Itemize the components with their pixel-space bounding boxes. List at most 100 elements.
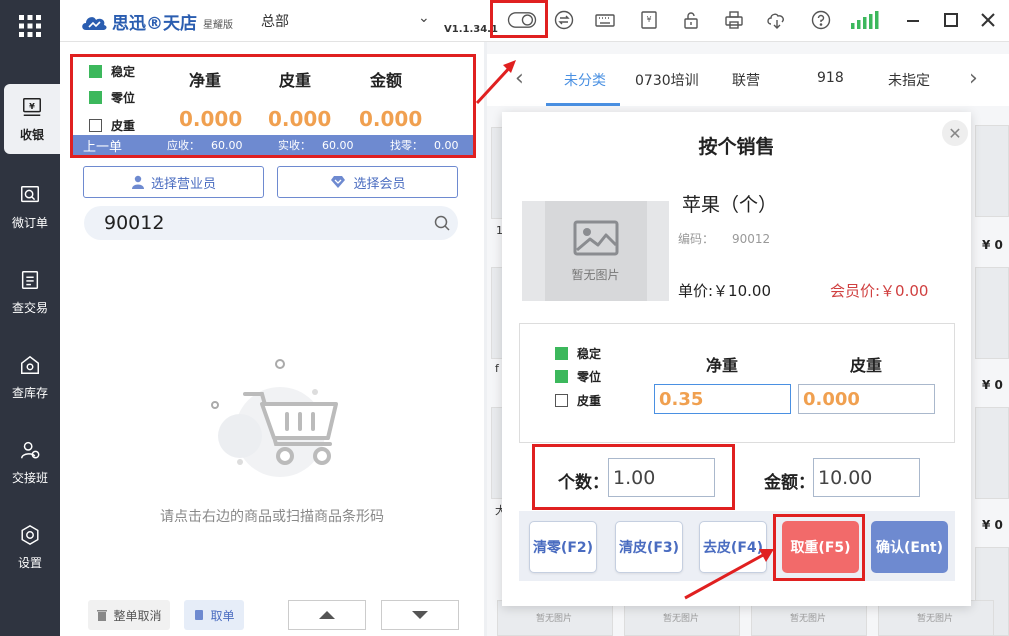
help-button[interactable] bbox=[810, 9, 832, 31]
scale-display: 稳定 零位 皮重 净重 皮重 金额 0.000 0.000 0.000 上一单 … bbox=[70, 54, 476, 158]
stable-label: 稳定 bbox=[111, 65, 136, 79]
tab-unassigned[interactable]: 未指定 bbox=[888, 70, 930, 90]
nav-item-shift[interactable]: 交接班 bbox=[0, 427, 60, 497]
select-clerk-label: 选择营业员 bbox=[150, 176, 216, 192]
weight-panel: 稳定 零位 皮重 净重 皮重 0.35 0.000 bbox=[519, 323, 955, 443]
cart-panel: 稳定 零位 皮重 净重 皮重 金额 0.000 0.000 0.000 上一单 … bbox=[60, 42, 484, 636]
no-image-label: 暂无图片 bbox=[571, 267, 620, 282]
diamond-icon bbox=[331, 176, 346, 188]
highlight-box-quantity bbox=[532, 444, 735, 510]
order-icon bbox=[21, 185, 39, 202]
tab-joint-operation[interactable]: 联营 bbox=[732, 70, 760, 90]
status-square bbox=[89, 65, 102, 78]
status-square bbox=[555, 347, 568, 360]
category-tabs: ‹ 未分类 0730培训 联营 918 未指定 › bbox=[487, 54, 1009, 106]
zero-label: 零位 bbox=[577, 370, 602, 384]
received-value: 60.00 bbox=[322, 138, 354, 152]
retrieve-order-button[interactable]: 取单 bbox=[184, 600, 244, 630]
minimize-button[interactable] bbox=[902, 9, 924, 31]
tare-weight-input[interactable]: 0.000 bbox=[798, 384, 935, 414]
inventory-icon bbox=[21, 355, 39, 374]
cash-drawer-button[interactable]: ¥ bbox=[638, 9, 660, 31]
scroll-up-button[interactable] bbox=[288, 600, 366, 630]
print-button[interactable] bbox=[723, 9, 745, 31]
image-placeholder: 暂无图片 bbox=[544, 201, 647, 301]
receivable-value: 60.00 bbox=[211, 138, 243, 152]
select-member-label: 选择会员 bbox=[353, 176, 406, 192]
nav-item-micro-order[interactable]: 微订单 bbox=[0, 172, 60, 242]
switch-button[interactable] bbox=[553, 9, 575, 31]
received-label: 实收： bbox=[278, 139, 311, 152]
tare-indicator: 皮重 bbox=[555, 392, 601, 409]
image-icon bbox=[573, 220, 618, 255]
settings-icon bbox=[21, 524, 39, 545]
printer-icon bbox=[725, 11, 743, 29]
annotation-arrow bbox=[475, 60, 516, 105]
clear-zero-button[interactable]: 清零(F2) bbox=[529, 521, 597, 573]
tab-918[interactable]: 918 bbox=[817, 70, 844, 86]
net-weight-input[interactable]: 0.35 bbox=[654, 384, 791, 414]
brand-edition: 星耀版 bbox=[203, 20, 233, 31]
close-window-button[interactable] bbox=[977, 9, 999, 31]
amount-header: 金额 bbox=[370, 71, 403, 90]
product-tile[interactable] bbox=[975, 125, 1009, 217]
chevron-right-icon[interactable]: › bbox=[969, 66, 978, 91]
product-image-placeholder: 暂无图片 bbox=[522, 201, 669, 301]
select-clerk-button[interactable]: 选择营业员 bbox=[83, 166, 264, 198]
member-price: 会员价:￥0.00 bbox=[830, 282, 929, 300]
active-tab-indicator bbox=[546, 103, 620, 106]
search-icon[interactable] bbox=[434, 215, 450, 231]
code-label: 编码： bbox=[678, 232, 715, 246]
status-square bbox=[555, 394, 568, 407]
no-image-label: 暂无图片 bbox=[917, 614, 954, 624]
unit-price: 单价:￥10.00 bbox=[678, 282, 771, 300]
zero-indicator: 零位 bbox=[89, 89, 135, 106]
nav-item-cashier[interactable]: ¥ 收银 bbox=[4, 84, 60, 154]
nav-item-inventory[interactable]: 查库存 bbox=[0, 342, 60, 412]
nav-item-transactions[interactable]: 查交易 bbox=[0, 257, 60, 327]
product-tile[interactable] bbox=[975, 407, 1009, 499]
select-member-button[interactable]: 选择会员 bbox=[277, 166, 458, 198]
trash-icon bbox=[97, 610, 108, 621]
cashier-icon: ¥ bbox=[23, 97, 41, 116]
tab-uncategorized[interactable]: 未分类 bbox=[564, 70, 606, 90]
store-selector[interactable]: 总部 bbox=[261, 11, 289, 31]
nav-label: 查交易 bbox=[11, 300, 48, 315]
nav-item-settings[interactable]: 设置 bbox=[0, 512, 60, 582]
brand-logo: 思迅®天店 星耀版 bbox=[80, 9, 233, 34]
cancel-order-button[interactable]: 整单取消 bbox=[88, 600, 170, 630]
zero-label: 零位 bbox=[111, 91, 136, 105]
keyboard-button[interactable] bbox=[594, 9, 616, 31]
scroll-down-button[interactable] bbox=[381, 600, 459, 630]
annotation-arrow bbox=[684, 549, 774, 600]
product-tile[interactable] bbox=[975, 267, 1009, 359]
maximize-button[interactable] bbox=[940, 9, 962, 31]
barcode-search-input[interactable]: 90012 bbox=[84, 206, 458, 240]
transaction-icon bbox=[21, 270, 39, 289]
product-price: ¥ 0 bbox=[982, 518, 1003, 532]
nav-label: 交接班 bbox=[11, 470, 48, 485]
triangle-up-icon bbox=[319, 611, 335, 619]
confirm-button[interactable]: 确认(Ent) bbox=[871, 521, 948, 573]
tab-training[interactable]: 0730培训 bbox=[635, 70, 699, 90]
app-grid-button[interactable] bbox=[0, 0, 60, 52]
nav-label: 查库存 bbox=[11, 385, 48, 400]
cloud-download-icon bbox=[767, 13, 784, 29]
nav-label: 微订单 bbox=[11, 215, 48, 230]
cloud-sync-button[interactable] bbox=[765, 9, 787, 31]
status-square bbox=[89, 119, 102, 132]
clear-tare-button[interactable]: 清皮(F3) bbox=[615, 521, 683, 573]
stable-indicator: 稳定 bbox=[555, 345, 601, 362]
tare-label: 皮重 bbox=[111, 119, 136, 133]
maximize-icon bbox=[944, 13, 958, 27]
chevron-down-icon[interactable]: ⌄ bbox=[418, 10, 430, 26]
grid-icon bbox=[19, 15, 41, 37]
cancel-order-label: 整单取消 bbox=[113, 608, 162, 623]
cloud-logo-icon bbox=[82, 16, 107, 30]
lock-button[interactable] bbox=[680, 9, 702, 31]
no-image-label: 暂无图片 bbox=[536, 614, 573, 624]
dialog-close-button[interactable]: ✕ bbox=[942, 120, 968, 146]
amount-input[interactable]: 10.00 bbox=[813, 458, 920, 497]
lock-icon bbox=[684, 12, 698, 29]
product-name-partial: f bbox=[495, 362, 499, 375]
